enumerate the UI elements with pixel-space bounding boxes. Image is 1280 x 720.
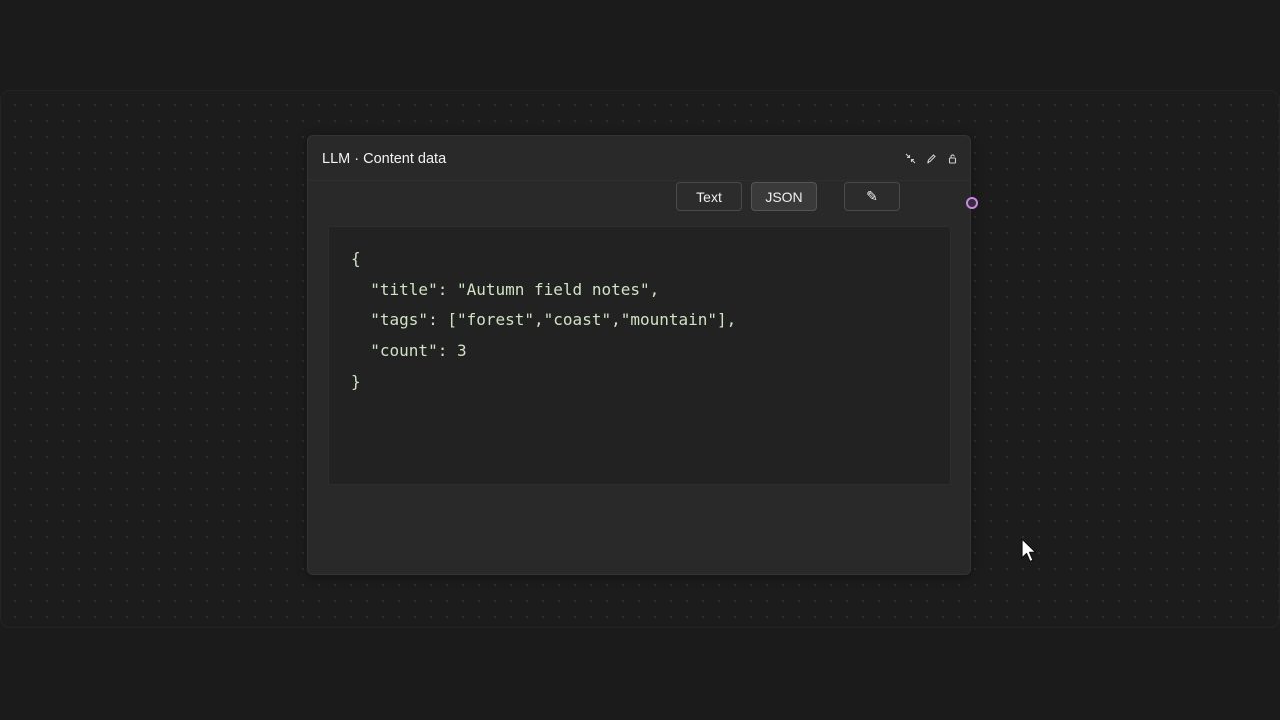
tab-text[interactable]: Text [676, 182, 742, 211]
tab-json[interactable]: JSON [751, 182, 817, 211]
code-line: { [351, 249, 361, 268]
lock-icon[interactable] [946, 152, 958, 164]
node-header[interactable]: LLM · Content data [308, 136, 970, 181]
collapse-icon[interactable] [904, 152, 916, 164]
code-line: "tags": ["forest","coast","mountain"], [351, 310, 737, 330]
code-line: "title": "Autumn field notes", [351, 279, 660, 299]
mouse-cursor-icon [1021, 538, 1039, 564]
edit-button[interactable]: ✎ [844, 182, 900, 211]
node-header-icons [904, 152, 958, 164]
node-title: LLM · Content data [322, 151, 447, 167]
output-handle[interactable] [966, 197, 978, 209]
code-line: "count": 3 [351, 341, 467, 361]
llm-node[interactable]: LLM · Content data Text JSON ✎ {"title"… [307, 135, 971, 575]
pencil-icon[interactable] [925, 152, 937, 164]
json-editor[interactable]: { "title": "Autumn field notes", "tags":… [328, 226, 951, 485]
code-line: } [351, 371, 361, 391]
